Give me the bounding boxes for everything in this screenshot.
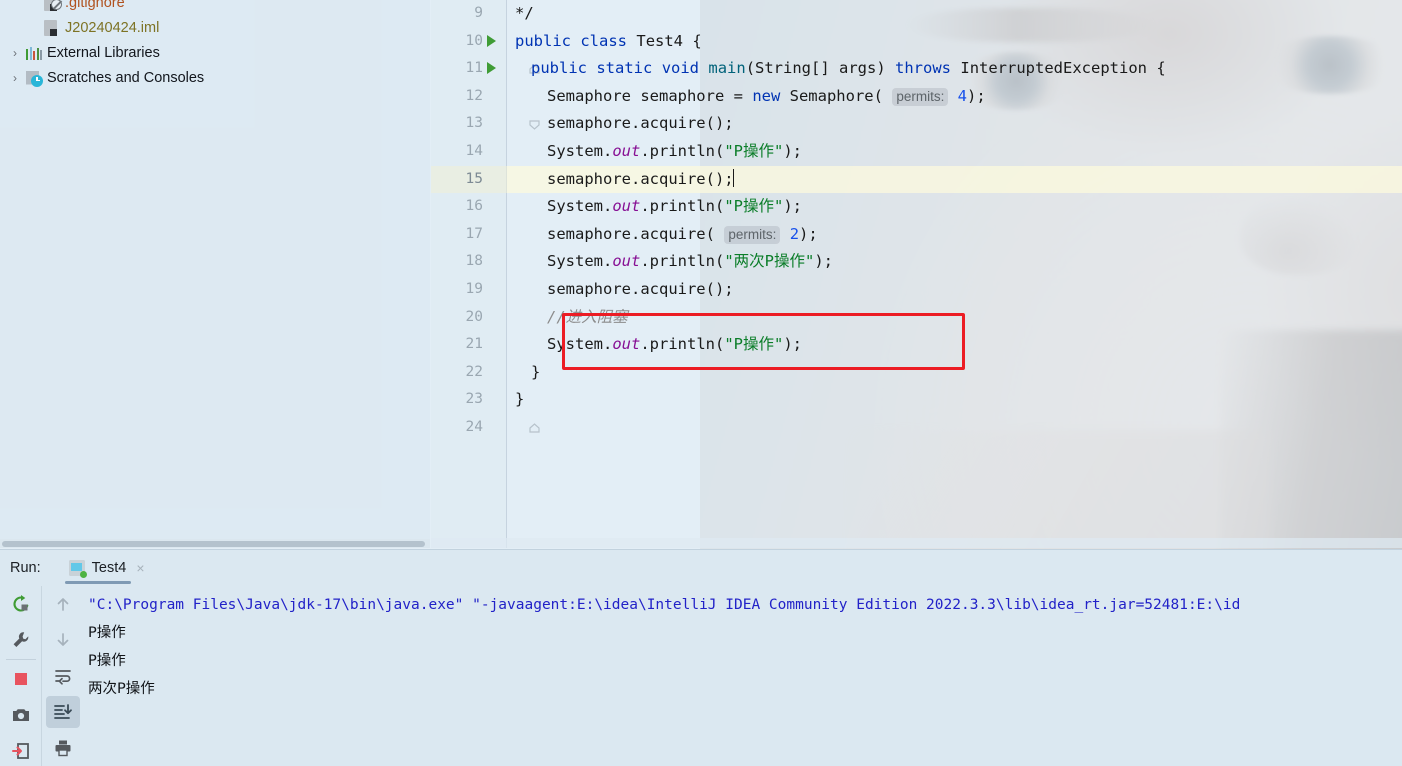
tree-item-external-libraries[interactable]: › External Libraries — [0, 40, 430, 65]
parameter-hint: permits: — [892, 87, 949, 106]
tree-item-label: External Libraries — [47, 44, 160, 61]
scroll-end-button[interactable] — [42, 694, 84, 730]
code-text: semaphore.acquire( permits: 2); — [547, 224, 818, 244]
sidebar-horizontal-scrollbar[interactable] — [0, 539, 430, 548]
code-line[interactable]: 10 public class Test4 { — [431, 28, 1402, 56]
console-output[interactable]: "C:\Program Files\Java\jdk-17\bin\java.e… — [84, 586, 1402, 766]
editor-horizontal-scrollbar[interactable] — [431, 538, 1402, 548]
code-line[interactable]: 12 Semaphore semaphore = new Semaphore( … — [431, 83, 1402, 111]
settings-button[interactable] — [0, 622, 42, 658]
line-number: 22 — [465, 363, 483, 380]
code-line[interactable]: 13 semaphore.acquire(); — [431, 110, 1402, 138]
rerun-button[interactable] — [0, 586, 42, 622]
code-text: semaphore.acquire(); — [547, 168, 735, 188]
code-line-current[interactable]: 15 semaphore.acquire(); — [431, 165, 1402, 194]
code-line[interactable]: 22 } — [431, 359, 1402, 433]
tree-item-label: J20240424.iml — [65, 19, 160, 36]
tree-item-scratches-and-consoles[interactable]: › Scratches and Consoles — [0, 65, 430, 90]
line-number: 15 — [465, 170, 483, 187]
line-number: 19 — [465, 280, 483, 297]
line-number: 11 — [465, 60, 483, 77]
print-button[interactable] — [42, 730, 84, 766]
code-text: Semaphore semaphore = new Semaphore( per… — [547, 86, 986, 106]
line-number: 17 — [465, 225, 483, 242]
chevron-right-icon[interactable]: › — [6, 47, 24, 59]
code-line[interactable]: 24 — [431, 414, 1402, 442]
console-command-line: "C:\Program Files\Java\jdk-17\bin\java.e… — [88, 597, 1241, 613]
tree-item-iml[interactable]: J20240424.iml — [0, 15, 430, 40]
tree-item-label: .gitignore — [65, 0, 125, 11]
run-panel-title: Run: — [10, 560, 41, 576]
run-tool-window[interactable]: Run: Test4 × "C:\Program Files\Java\jdk-… — [0, 549, 1402, 766]
stop-button[interactable] — [0, 661, 42, 697]
code-line[interactable]: 21 System.out.println("P操作"); — [431, 331, 1402, 359]
code-text: semaphore.acquire(); — [547, 279, 734, 298]
code-text: } — [531, 362, 541, 381]
code-text: System.out.println("两次P操作"); — [547, 252, 833, 271]
code-line[interactable]: 19 semaphore.acquire(); — [431, 276, 1402, 304]
run-tab-label: Test4 — [91, 560, 127, 576]
code-line[interactable]: 11 public static void main(String[] args… — [431, 55, 1402, 131]
run-panel-header: Run: Test4 × — [0, 550, 1402, 586]
line-number: 10 — [465, 32, 483, 49]
line-number: 18 — [465, 253, 483, 270]
close-icon[interactable]: × — [136, 560, 144, 576]
down-button[interactable] — [42, 622, 84, 658]
soft-wrap-button[interactable] — [42, 658, 84, 694]
scrollbar-thumb[interactable] — [2, 540, 425, 547]
line-number: 23 — [465, 391, 483, 408]
code-text: System.out.println("P操作"); — [547, 335, 802, 354]
code-line[interactable]: 20 //进入阻塞 — [431, 304, 1402, 332]
code-lines[interactable]: 9 */ 10 public class Test4 { 11 public s — [431, 0, 1402, 548]
code-text: */ — [515, 4, 534, 22]
tab-active-indicator — [64, 581, 131, 584]
run-tab-test4[interactable]: Test4 × — [64, 550, 149, 586]
console-output-line: 两次P操作 — [88, 681, 155, 697]
code-text: public class Test4 { — [515, 31, 702, 50]
run-toolbar-left[interactable] — [0, 586, 42, 766]
project-tree-panel[interactable]: .gitignore J20240424.iml › External Libr… — [0, 0, 430, 545]
scratches-icon — [24, 69, 44, 87]
code-text: System.out.println("P操作"); — [547, 141, 802, 160]
parameter-hint: permits: — [724, 225, 781, 244]
libraries-icon — [24, 44, 44, 62]
code-text: System.out.println("P操作"); — [547, 197, 802, 216]
run-gutter-icon[interactable] — [487, 34, 496, 47]
line-number: 12 — [465, 87, 483, 104]
toolbar-divider — [5, 659, 36, 660]
code-text: } — [515, 390, 525, 409]
screenshot-button[interactable] — [0, 697, 42, 733]
ide-window: .gitignore J20240424.iml › External Libr… — [0, 0, 1402, 766]
code-text: public static void main(String[] args) t… — [531, 59, 1166, 78]
file-ignored-icon — [42, 0, 62, 12]
console-tab-icon — [68, 560, 87, 578]
tree-item-label: Scratches and Consoles — [47, 69, 205, 86]
code-line[interactable]: 23 } — [431, 386, 1402, 414]
run-toolbar-right[interactable] — [42, 586, 84, 766]
file-module-icon — [42, 19, 62, 37]
line-number: 9 — [474, 5, 483, 21]
line-number: 20 — [465, 308, 483, 325]
code-line[interactable]: 16 System.out.println("P操作"); — [431, 193, 1402, 221]
up-button[interactable] — [42, 586, 84, 622]
text-caret — [732, 168, 735, 187]
code-line[interactable]: 9 */ — [431, 0, 1402, 74]
console-output-line: P操作 — [88, 653, 126, 669]
console-output-line: P操作 — [88, 625, 126, 641]
code-line[interactable]: 18 System.out.println("两次P操作"); — [431, 248, 1402, 276]
code-editor[interactable]: 9 */ 10 public class Test4 { 11 public s — [431, 0, 1402, 548]
run-gutter-icon[interactable] — [487, 62, 496, 75]
line-number: 16 — [465, 198, 483, 215]
line-number: 14 — [465, 142, 483, 159]
line-number: 24 — [465, 418, 483, 435]
code-line[interactable]: 17 semaphore.acquire( permits: 2); — [431, 221, 1402, 249]
tree-item-gitignore[interactable]: .gitignore — [0, 0, 430, 15]
code-text: semaphore.acquire(); — [547, 114, 734, 133]
code-line[interactable]: 14 System.out.println("P操作"); — [431, 138, 1402, 166]
chevron-right-icon[interactable]: › — [6, 72, 24, 84]
code-comment: //进入阻塞 — [547, 307, 628, 326]
line-number: 13 — [465, 115, 483, 132]
line-number: 21 — [465, 336, 483, 353]
export-button[interactable] — [0, 733, 42, 766]
